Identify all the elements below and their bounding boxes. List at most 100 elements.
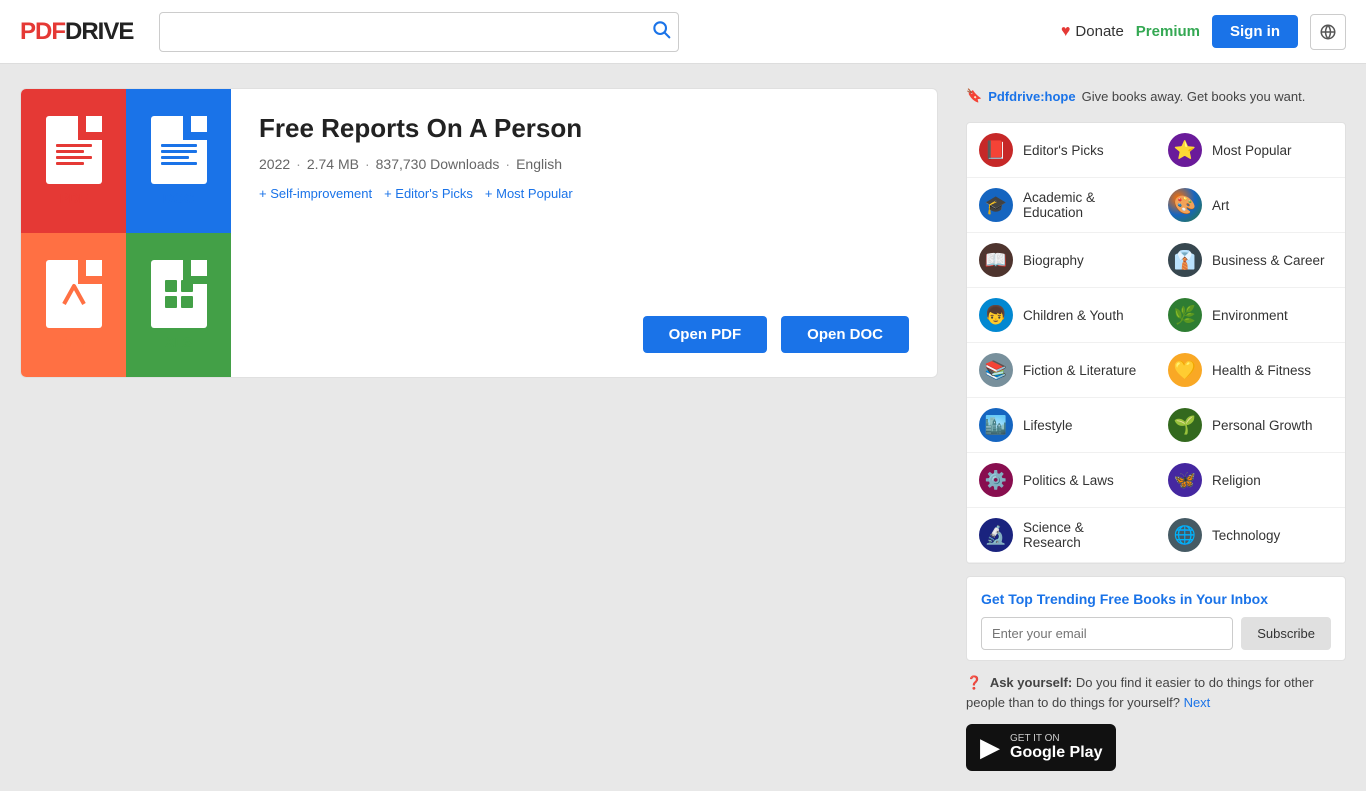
book-cover: PDF DOC bbox=[21, 89, 231, 377]
cat-environment-icon: 🌿 bbox=[1168, 298, 1202, 332]
cat-popular-label: Most Popular bbox=[1212, 143, 1292, 158]
cat-technology-label: Technology bbox=[1212, 528, 1280, 543]
book-section: PDF DOC bbox=[20, 88, 938, 771]
cover-pdf: PDF bbox=[21, 89, 126, 233]
cat-politics-label: Politics & Laws bbox=[1023, 473, 1114, 488]
cover-doc: DOC bbox=[126, 89, 231, 233]
cat-personal[interactable]: 🌱 Personal Growth bbox=[1156, 398, 1345, 453]
cat-religion-icon: 🦋 bbox=[1168, 463, 1202, 497]
cat-business-label: Business & Career bbox=[1212, 253, 1325, 268]
cat-editors-icon: 📕 bbox=[979, 133, 1013, 167]
hope-link[interactable]: Pdfdrive:hope bbox=[988, 89, 1075, 104]
cat-art[interactable]: 🎨 Art bbox=[1156, 178, 1345, 233]
book-meta: 2022 · 2.74 MB · 837,730 Downloads · Eng… bbox=[259, 156, 909, 172]
book-size: 2.74 MB bbox=[307, 156, 359, 172]
categories-grid: 📕 Editor's Picks ⭐ Most Popular 🎓 Academ… bbox=[966, 122, 1346, 564]
cat-religion[interactable]: 🦋 Religion bbox=[1156, 453, 1345, 508]
tag-editors-picks[interactable]: + Editor's Picks bbox=[384, 186, 473, 201]
doc-icon bbox=[151, 116, 207, 184]
xls-label: XLS bbox=[165, 334, 192, 350]
subscribe-button[interactable]: Subscribe bbox=[1241, 617, 1331, 650]
book-actions: Open PDF Open DOC bbox=[259, 316, 909, 353]
subscribe-title: Get Top Trending Free Books in Your Inbo… bbox=[981, 591, 1331, 607]
cat-health[interactable]: 💛 Health & Fitness bbox=[1156, 343, 1345, 398]
question-icon: ❓ bbox=[966, 675, 982, 690]
book-tags: + Self-improvement + Editor's Picks + Mo… bbox=[259, 186, 909, 201]
cat-lifestyle[interactable]: 🏙️ Lifestyle bbox=[967, 398, 1156, 453]
subscribe-row: Subscribe bbox=[981, 617, 1331, 650]
open-doc-button[interactable]: Open DOC bbox=[781, 316, 909, 353]
cat-academic-icon: 🎓 bbox=[979, 188, 1013, 222]
ask-next-link[interactable]: Next bbox=[1184, 695, 1211, 710]
cat-biography-icon: 📖 bbox=[979, 243, 1013, 277]
signin-button[interactable]: Sign in bbox=[1212, 15, 1298, 48]
cat-religion-label: Religion bbox=[1212, 473, 1261, 488]
open-pdf-button[interactable]: Open PDF bbox=[643, 316, 768, 353]
cat-academic-label: Academic & Education bbox=[1023, 190, 1144, 220]
subscribe-section: Get Top Trending Free Books in Your Inbo… bbox=[966, 576, 1346, 661]
logo-drive: DRIVE bbox=[65, 18, 133, 46]
language-button[interactable] bbox=[1310, 14, 1346, 50]
cat-fiction[interactable]: 📚 Fiction & Literature bbox=[967, 343, 1156, 398]
tag-most-popular[interactable]: + Most Popular bbox=[485, 186, 573, 201]
cat-biography[interactable]: 📖 Biography bbox=[967, 233, 1156, 288]
gplay-small-text: GET IT ON bbox=[1010, 733, 1102, 744]
search-button[interactable] bbox=[651, 19, 671, 45]
cat-personal-label: Personal Growth bbox=[1212, 418, 1313, 433]
google-play-button[interactable]: ▶ GET IT ON Google Play bbox=[966, 724, 1116, 771]
cat-editors-label: Editor's Picks bbox=[1023, 143, 1104, 158]
ask-label: Ask yourself: bbox=[990, 675, 1072, 690]
cat-academic[interactable]: 🎓 Academic & Education bbox=[967, 178, 1156, 233]
book-language: English bbox=[516, 156, 562, 172]
tag-self-improvement[interactable]: + Self-improvement bbox=[259, 186, 372, 201]
cat-health-label: Health & Fitness bbox=[1212, 363, 1311, 378]
cat-technology-icon: 🌐 bbox=[1168, 518, 1202, 552]
cat-science[interactable]: 🔬 Science & Research bbox=[967, 508, 1156, 563]
xls-icon bbox=[151, 260, 207, 328]
cat-science-label: Science & Research bbox=[1023, 520, 1144, 550]
doc-label: DOC bbox=[163, 190, 194, 206]
cat-science-icon: 🔬 bbox=[979, 518, 1013, 552]
search-input[interactable] bbox=[159, 12, 679, 52]
donate-label: Donate bbox=[1075, 23, 1123, 40]
book-card: PDF DOC bbox=[20, 88, 938, 378]
header-right: ♥ Donate Premium Sign in bbox=[1061, 14, 1346, 50]
cat-business[interactable]: 👔 Business & Career bbox=[1156, 233, 1345, 288]
premium-button[interactable]: Premium bbox=[1136, 23, 1200, 40]
gplay-big-text: Google Play bbox=[1010, 744, 1102, 762]
cat-personal-icon: 🌱 bbox=[1168, 408, 1202, 442]
logo[interactable]: PDF DRIVE bbox=[20, 18, 133, 46]
hope-bar: 🔖 Pdfdrive:hope Give books away. Get boo… bbox=[966, 88, 1346, 104]
cat-popular-icon: ⭐ bbox=[1168, 133, 1202, 167]
cat-technology[interactable]: 🌐 Technology bbox=[1156, 508, 1345, 563]
donate-button[interactable]: ♥ Donate bbox=[1061, 23, 1124, 41]
cover-ppt: PPT bbox=[21, 233, 126, 377]
cat-fiction-icon: 📚 bbox=[979, 353, 1013, 387]
cat-environment[interactable]: 🌿 Environment bbox=[1156, 288, 1345, 343]
header: PDF DRIVE ♥ Donate Premium Sign in bbox=[0, 0, 1366, 64]
cat-politics[interactable]: ⚙️ Politics & Laws bbox=[967, 453, 1156, 508]
cover-xls: XLS bbox=[126, 233, 231, 377]
book-info: Free Reports On A Person 2022 · 2.74 MB … bbox=[231, 89, 937, 377]
google-play-text: GET IT ON Google Play bbox=[1010, 733, 1102, 762]
sidebar: 🔖 Pdfdrive:hope Give books away. Get boo… bbox=[966, 88, 1346, 771]
ppt-icon bbox=[46, 260, 102, 328]
cat-children[interactable]: 👦 Children & Youth bbox=[967, 288, 1156, 343]
cat-art-icon: 🎨 bbox=[1168, 188, 1202, 222]
hope-icon: 🔖 bbox=[966, 88, 982, 104]
cat-environment-label: Environment bbox=[1212, 308, 1288, 323]
cat-editors-picks[interactable]: 📕 Editor's Picks bbox=[967, 123, 1156, 178]
heart-icon: ♥ bbox=[1061, 23, 1071, 41]
cat-most-popular[interactable]: ⭐ Most Popular bbox=[1156, 123, 1345, 178]
email-input[interactable] bbox=[981, 617, 1233, 650]
main-content: PDF DOC bbox=[0, 64, 1366, 791]
cat-children-label: Children & Youth bbox=[1023, 308, 1124, 323]
book-downloads: 837,730 Downloads bbox=[376, 156, 500, 172]
pdf-icon bbox=[46, 116, 102, 184]
cat-fiction-label: Fiction & Literature bbox=[1023, 363, 1136, 378]
book-title: Free Reports On A Person bbox=[259, 113, 909, 144]
cat-politics-icon: ⚙️ bbox=[979, 463, 1013, 497]
hope-text: Give books away. Get books you want. bbox=[1082, 89, 1306, 104]
cat-art-label: Art bbox=[1212, 198, 1229, 213]
cat-biography-label: Biography bbox=[1023, 253, 1084, 268]
